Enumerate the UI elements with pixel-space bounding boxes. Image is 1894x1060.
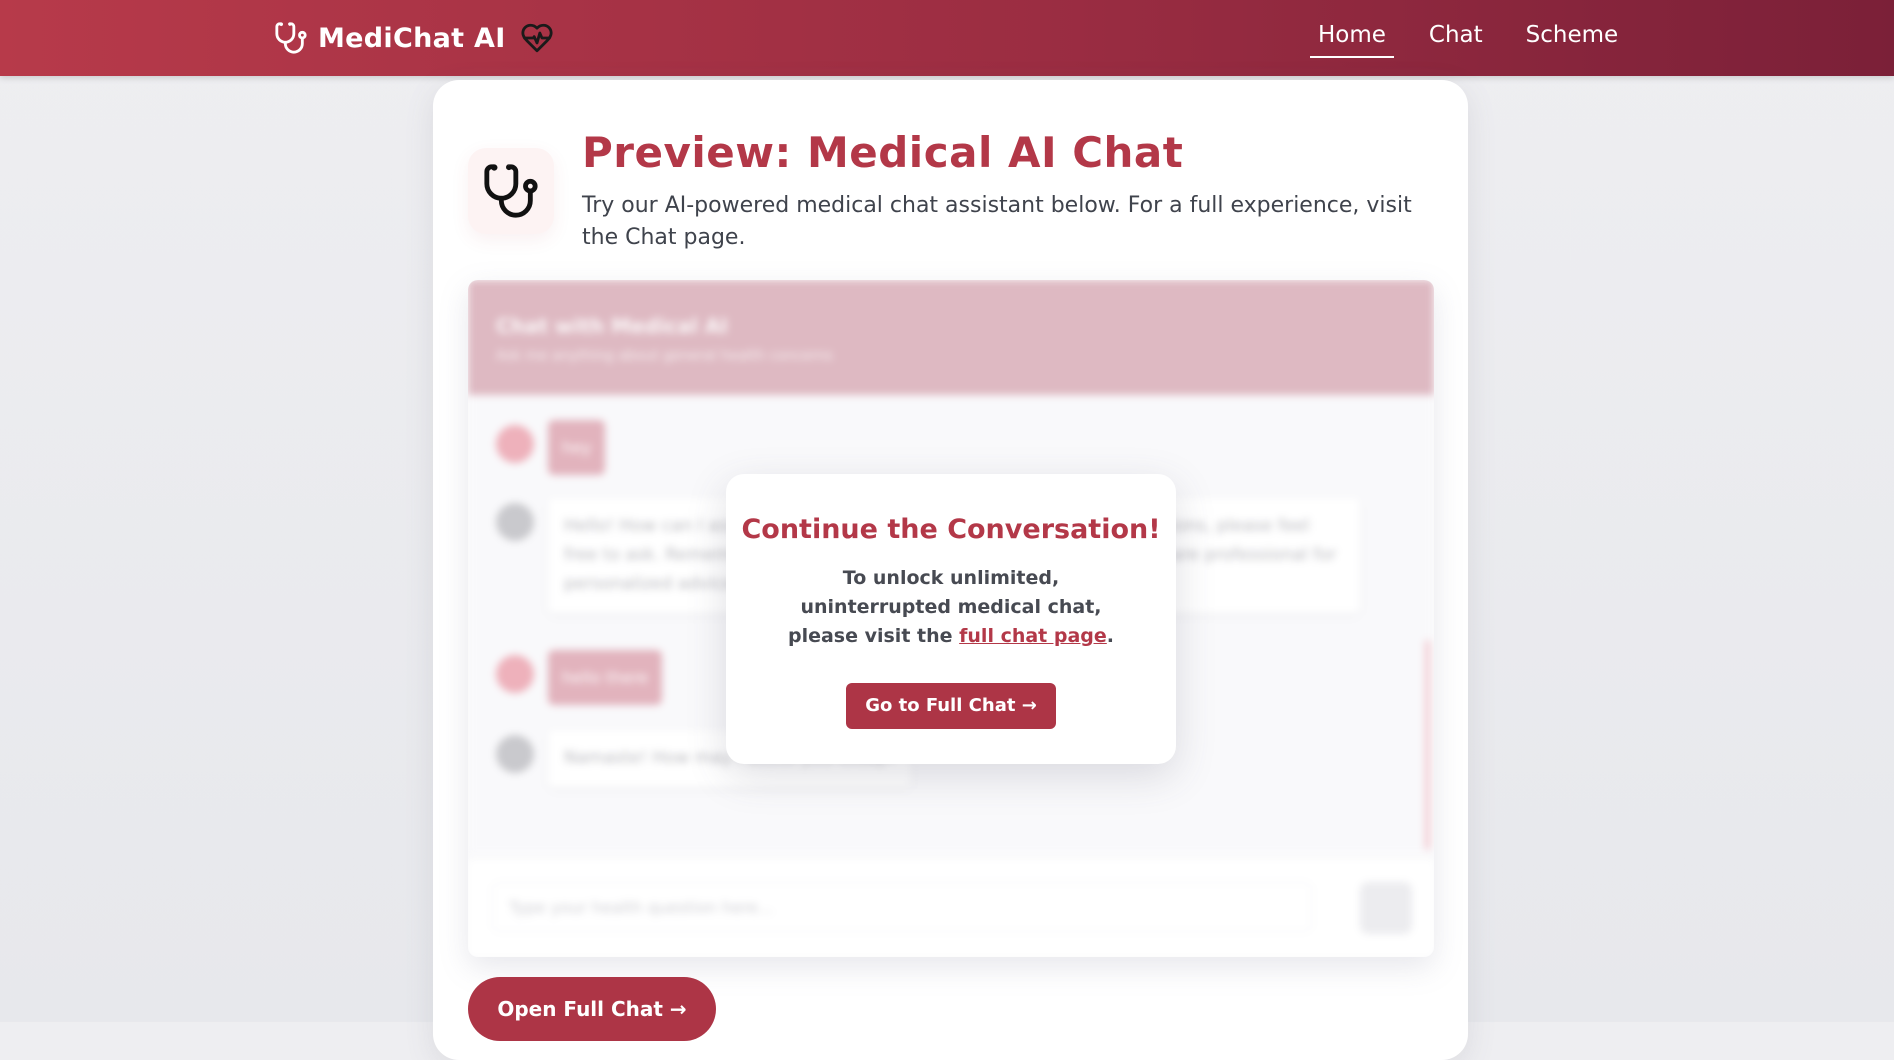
user-avatar	[496, 425, 534, 463]
hero-stethoscope-icon	[468, 148, 554, 234]
go-to-full-chat-button[interactable]: Go to Full Chat →	[846, 683, 1056, 729]
chat-header: Chat with Medical AI Ask me anything abo…	[468, 280, 1434, 395]
modal-title: Continue the Conversation!	[741, 514, 1161, 545]
heart-pulse-icon	[520, 21, 554, 55]
user-message: hey	[548, 420, 606, 475]
continue-modal: Continue the Conversation! To unlock unl…	[726, 474, 1176, 764]
modal-text: To unlock unlimited, uninterrupted medic…	[766, 564, 1136, 651]
main-nav: Home Chat Scheme	[1310, 20, 1653, 58]
chat-header-title: Chat with Medical AI	[496, 314, 728, 338]
full-chat-link[interactable]: full chat page	[959, 625, 1107, 647]
page-subtitle: Try our AI-powered medical chat assistan…	[582, 193, 1412, 250]
bot-avatar	[496, 503, 534, 541]
brand-name: MediChat AI	[318, 22, 506, 54]
chat-input: Type your health question here...	[492, 882, 1312, 932]
brand[interactable]: MediChat AI	[274, 18, 554, 58]
nav-home[interactable]: Home	[1310, 20, 1394, 58]
page-title: Preview: Medical AI Chat	[582, 128, 1184, 177]
user-message: hello there	[548, 650, 663, 705]
send-button	[1360, 882, 1412, 934]
user-avatar	[496, 655, 534, 693]
chat-header-subtitle: Ask me anything about general health con…	[496, 348, 833, 364]
bot-avatar	[496, 735, 534, 773]
modal-text-after: .	[1106, 625, 1115, 647]
chat-input-bar: Type your health question here...	[468, 860, 1434, 957]
top-navbar: MediChat AI Home Chat Scheme	[0, 0, 1894, 76]
scroll-accent	[1425, 640, 1430, 850]
nav-scheme[interactable]: Scheme	[1518, 20, 1627, 58]
open-full-chat-button[interactable]: Open Full Chat →	[468, 977, 716, 1041]
stethoscope-icon	[274, 21, 308, 55]
nav-chat[interactable]: Chat	[1421, 20, 1491, 58]
